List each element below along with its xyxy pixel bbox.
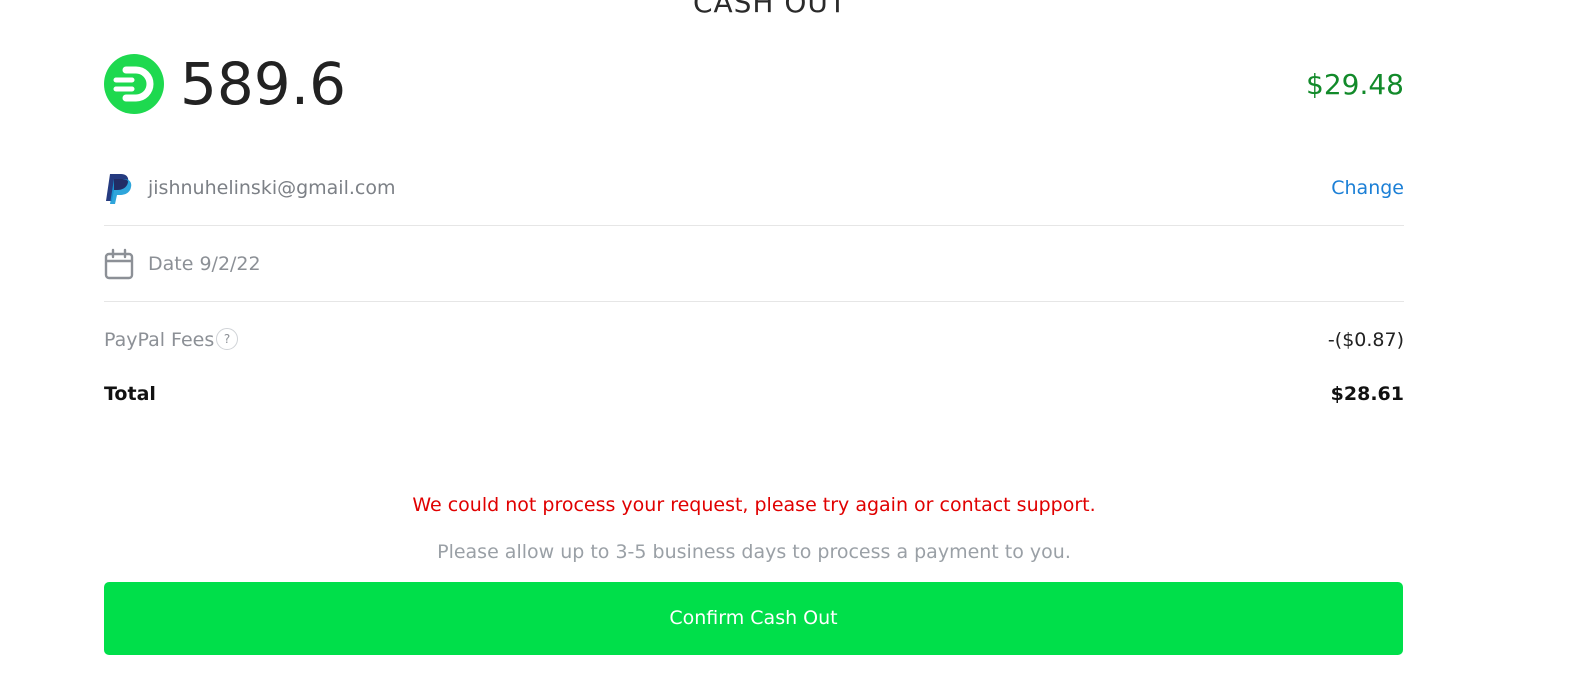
cash-out-page: CASH OUT 589.6 $29.48 jishnuhelinski@gma…	[0, 0, 1593, 682]
error-message: We could not process your request, pleas…	[412, 494, 1096, 516]
page-title: CASH OUT	[692, 0, 848, 19]
total-value: $28.61	[1330, 383, 1404, 405]
help-icon[interactable]: ?	[216, 328, 238, 350]
date-row: Date 9/2/22	[104, 226, 1404, 302]
dollar-balance: $29.48	[1306, 68, 1404, 101]
calendar-icon	[104, 248, 134, 280]
processing-notice: Please allow up to 3-5 business days to …	[437, 541, 1071, 563]
fees-row: PayPal Fees ? -($0.87)	[104, 326, 1404, 356]
fees-value: -($0.87)	[1327, 329, 1404, 351]
points-logo-icon	[104, 54, 164, 114]
points-balance: 589.6	[180, 50, 347, 118]
change-payout-link[interactable]: Change	[1331, 176, 1404, 200]
paypal-email: jishnuhelinski@gmail.com	[148, 177, 396, 199]
fees-label: PayPal Fees	[104, 329, 215, 351]
payout-method-row: jishnuhelinski@gmail.com Change	[104, 150, 1404, 226]
confirm-cash-out-button[interactable]: Confirm Cash Out	[104, 582, 1403, 655]
balance-row: 589.6 $29.48	[104, 50, 1404, 118]
total-row: Total $28.61	[104, 380, 1404, 410]
total-label: Total	[104, 383, 156, 405]
paypal-icon	[104, 172, 134, 204]
payout-date: Date 9/2/22	[148, 253, 261, 275]
